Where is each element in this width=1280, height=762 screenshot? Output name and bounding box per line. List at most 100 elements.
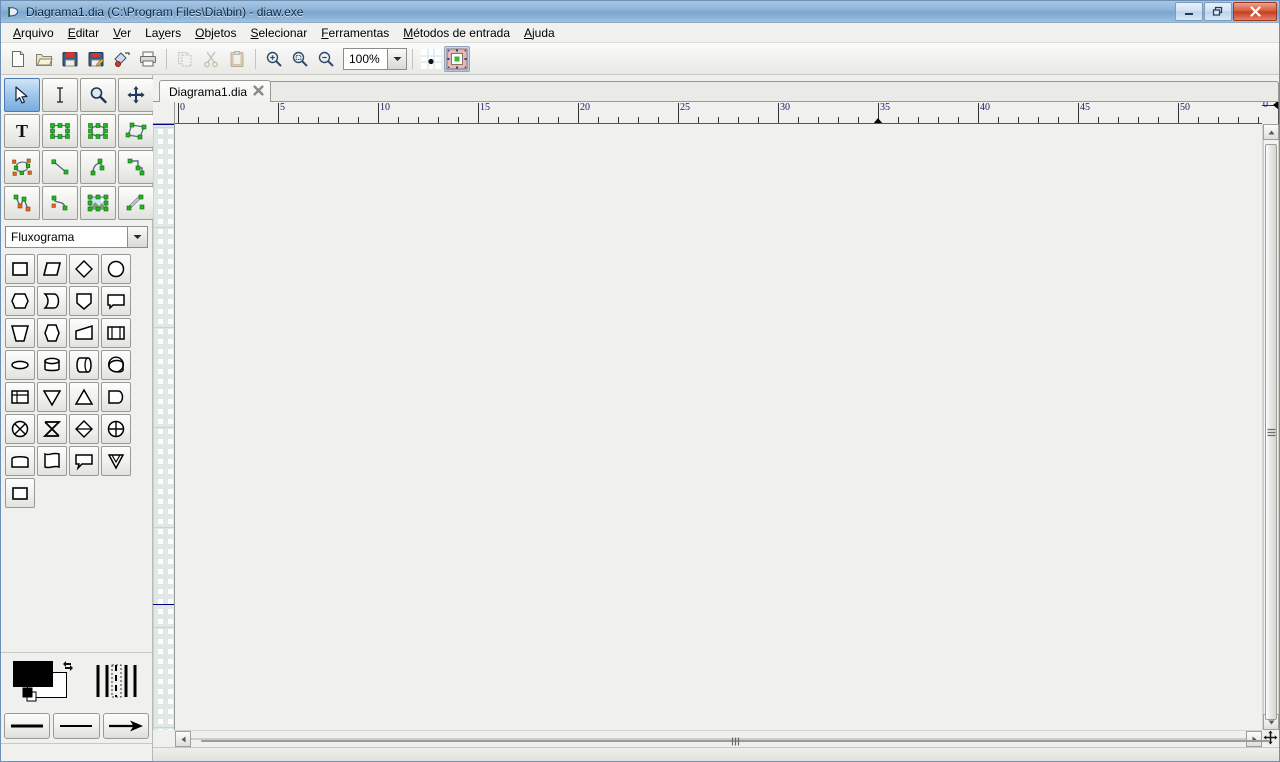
flowchart-document[interactable]: [37, 446, 67, 476]
menu-layers[interactable]: Layers: [138, 24, 188, 42]
flowchart-direct-access-storage[interactable]: [69, 350, 99, 380]
save-as-button[interactable]: [83, 46, 109, 72]
flowchart-or[interactable]: [69, 414, 99, 444]
copy-button[interactable]: [172, 46, 198, 72]
flowchart-sort[interactable]: [37, 414, 67, 444]
flowchart-box[interactable]: [5, 254, 35, 284]
ruler-minor-tick: [1158, 117, 1159, 123]
export-button[interactable]: [109, 46, 135, 72]
menu-ferramentas[interactable]: Ferramentas: [314, 24, 396, 42]
line-tool[interactable]: [42, 150, 78, 184]
flowchart-card[interactable]: [101, 286, 131, 316]
scroll-up-icon[interactable]: [1263, 124, 1279, 140]
menu-selecionar[interactable]: Selecionar: [243, 24, 314, 42]
sheet-selector-value[interactable]: Fluxograma: [6, 227, 127, 247]
diagram-canvas[interactable]: [153, 124, 175, 730]
zoom-level-value[interactable]: 100%: [343, 47, 387, 70]
tab-diagrama1[interactable]: Diagrama1.dia: [159, 80, 272, 102]
menu-editar[interactable]: Editar: [61, 24, 106, 42]
flowchart-plain-box[interactable]: [5, 478, 35, 508]
menu-metodos-de-entrada[interactable]: Métodos de entrada: [396, 24, 517, 42]
zoom-in-button[interactable]: [261, 46, 287, 72]
move-cross-icon[interactable]: [1263, 730, 1278, 748]
flowchart-ellipse[interactable]: [101, 254, 131, 284]
flowchart-summing-junction[interactable]: [101, 414, 131, 444]
new-document-button[interactable]: [5, 46, 31, 72]
flowchart-terminal[interactable]: [5, 446, 35, 476]
flowchart-diamond[interactable]: [69, 254, 99, 284]
flowchart-manual-operation[interactable]: [69, 286, 99, 316]
horizontal-ruler[interactable]: 0 5 10 15 20 25 30 35 40 45 50: [175, 102, 1262, 124]
flowchart-display[interactable]: [101, 382, 131, 412]
flowchart-manual-input[interactable]: [5, 318, 35, 348]
line-width-button[interactable]: [4, 713, 51, 739]
cut-button[interactable]: [198, 46, 224, 72]
flowchart-internal-storage[interactable]: [101, 350, 131, 380]
default-colors-icon[interactable]: [22, 687, 40, 708]
scroll-tool[interactable]: [118, 78, 154, 112]
flowchart-connector[interactable]: [5, 350, 35, 380]
polyline-tool[interactable]: [4, 186, 40, 220]
flowchart-trapezoid[interactable]: [69, 318, 99, 348]
flowchart-preparation[interactable]: [37, 318, 67, 348]
flowchart-parallelogram[interactable]: [37, 254, 67, 284]
save-button[interactable]: [57, 46, 83, 72]
vertical-scrollbar[interactable]: [1262, 124, 1279, 730]
beziergon-tool[interactable]: [4, 150, 40, 184]
foreground-color-swatch[interactable]: [13, 661, 53, 687]
open-document-button[interactable]: [31, 46, 57, 72]
snap-to-grid-toggle[interactable]: [418, 46, 444, 72]
arrow-style-button[interactable]: [102, 713, 149, 739]
bezierline-tool[interactable]: [42, 186, 78, 220]
zoom-out-button[interactable]: [313, 46, 339, 72]
scroll-right-icon[interactable]: [1246, 731, 1262, 747]
close-x-icon[interactable]: [253, 85, 264, 98]
line-style-preview[interactable]: [93, 659, 148, 703]
scroll-left-icon[interactable]: [175, 731, 191, 747]
chevron-down-icon[interactable]: [127, 227, 147, 247]
restore-button[interactable]: [1204, 2, 1232, 21]
flowchart-collate[interactable]: [5, 414, 35, 444]
image-tool[interactable]: [80, 186, 116, 220]
flowchart-magnetic-drum[interactable]: [37, 350, 67, 380]
polygon-tool[interactable]: [118, 114, 154, 148]
flowchart-offpage-connector[interactable]: [101, 446, 131, 476]
line-style-button[interactable]: [53, 713, 100, 739]
horizontal-scroll-track[interactable]: [191, 737, 1269, 745]
sheet-selector-combobox[interactable]: Fluxograma: [5, 226, 148, 248]
vertical-scroll-track[interactable]: [1263, 140, 1279, 720]
paste-button[interactable]: [224, 46, 250, 72]
horizontal-scroll-thumb[interactable]: [201, 737, 1269, 745]
swap-colors-icon[interactable]: [60, 659, 76, 676]
flowchart-predefined-process[interactable]: [101, 318, 131, 348]
horizontal-scrollbar[interactable]: [175, 730, 1269, 747]
flowchart-note[interactable]: [69, 446, 99, 476]
vertical-scroll-thumb[interactable]: [1265, 144, 1277, 720]
close-button[interactable]: [1233, 2, 1277, 21]
show-connection-points-toggle[interactable]: [444, 45, 470, 72]
flowchart-extract[interactable]: [37, 382, 67, 412]
flowchart-hexagon[interactable]: [5, 286, 35, 316]
box-tool[interactable]: [42, 114, 78, 148]
flowchart-delay[interactable]: [37, 286, 67, 316]
zoom-fit-button[interactable]: [287, 46, 313, 72]
ellipse-tool[interactable]: [80, 114, 116, 148]
text-edit-tool[interactable]: [42, 78, 78, 112]
minimize-button[interactable]: [1175, 2, 1203, 21]
zigzagline-tool[interactable]: [118, 150, 154, 184]
magnify-tool[interactable]: [80, 78, 116, 112]
flowchart-merge[interactable]: [69, 382, 99, 412]
zoom-level-combobox[interactable]: 100%: [343, 47, 407, 70]
menu-ajuda[interactable]: Ajuda: [517, 24, 562, 42]
flowchart-document-stack[interactable]: [5, 382, 35, 412]
text-tool[interactable]: T: [4, 114, 40, 148]
chevron-down-icon[interactable]: [387, 47, 407, 70]
modify-tool[interactable]: [4, 78, 40, 112]
vertical-ruler[interactable]: 0: [1262, 102, 1279, 124]
print-button[interactable]: [135, 46, 161, 72]
outline-tool[interactable]: [118, 186, 154, 220]
menu-objetos[interactable]: Objetos: [188, 24, 243, 42]
menu-ver[interactable]: Ver: [106, 24, 138, 42]
arc-tool[interactable]: [80, 150, 116, 184]
menu-arquivo[interactable]: Arquivo: [6, 24, 61, 42]
